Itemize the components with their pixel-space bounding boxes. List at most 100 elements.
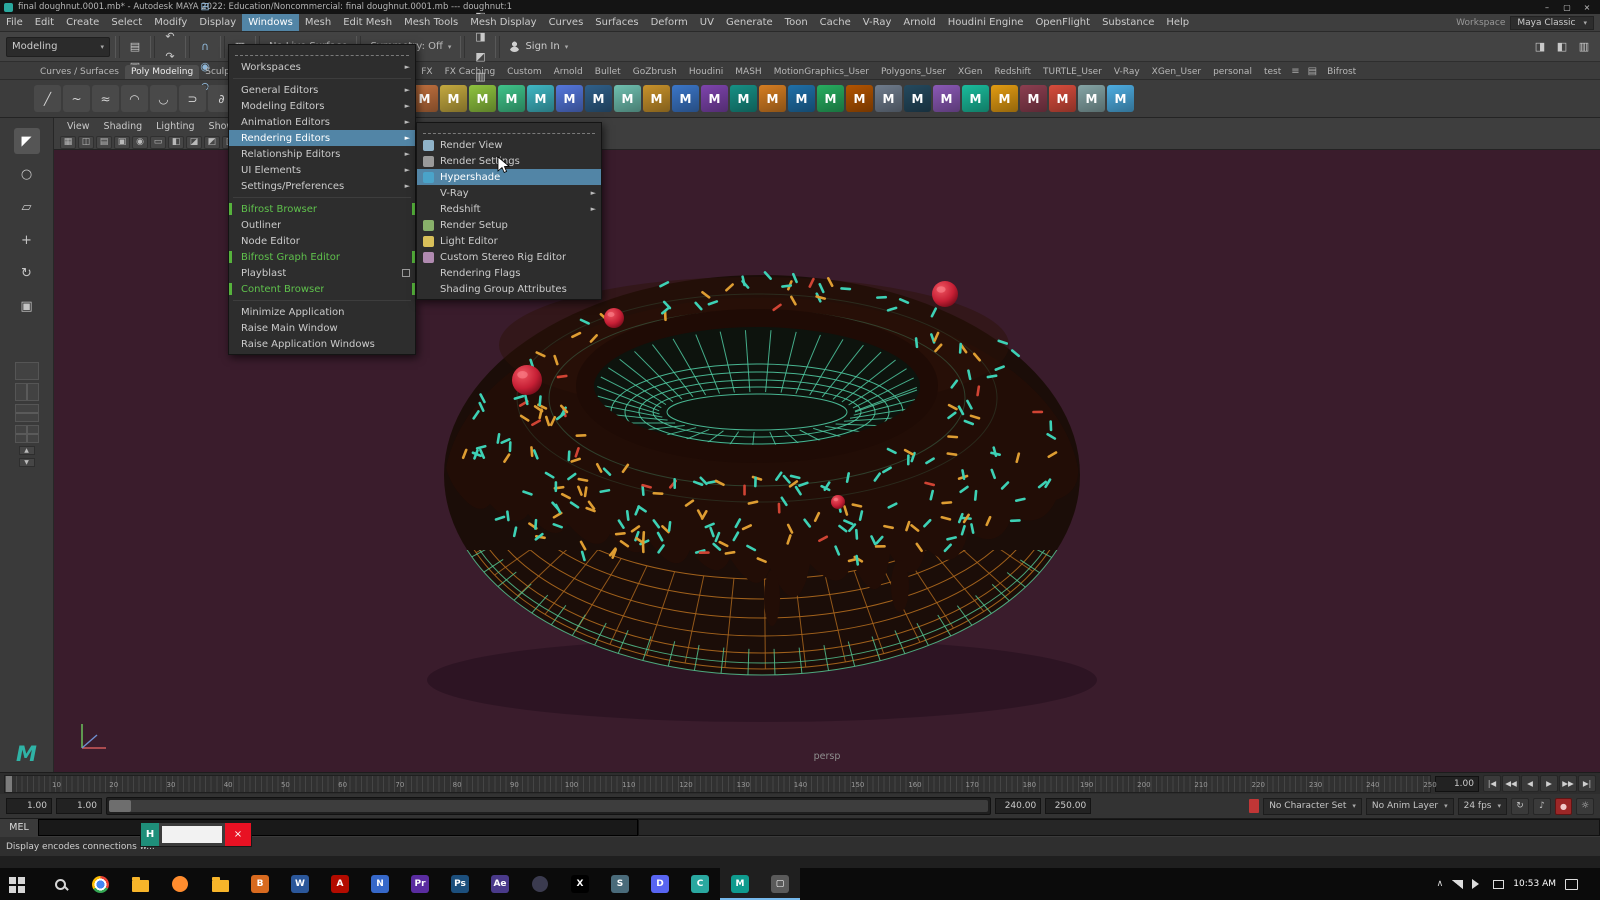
- taskbar-app-maya[interactable]: M: [720, 868, 760, 900]
- character-set-select[interactable]: No Character Set▾: [1263, 798, 1362, 815]
- shelf-script-icon-11[interactable]: M: [585, 85, 612, 112]
- shelf-script-icon-9[interactable]: M: [527, 85, 554, 112]
- panel-menu-shading[interactable]: Shading: [97, 121, 150, 132]
- taskbar-app-window[interactable]: ▢: [760, 868, 800, 900]
- shelf-script-icon-28[interactable]: M: [1078, 85, 1105, 112]
- menu-mesh[interactable]: Mesh: [299, 14, 337, 31]
- move-tool[interactable]: +: [14, 227, 40, 253]
- taskbar-app-x[interactable]: X: [560, 868, 600, 900]
- shelf-script-icon-19[interactable]: M: [817, 85, 844, 112]
- shelf-tab-mash[interactable]: MASH: [729, 65, 767, 79]
- shelf-script-icon-20[interactable]: M: [846, 85, 873, 112]
- shelf-script-icon-24[interactable]: M: [962, 85, 989, 112]
- maximize-button[interactable]: ▢: [1558, 1, 1576, 13]
- shelf-script-icon-10[interactable]: M: [556, 85, 583, 112]
- menu-item-redshift[interactable]: Redshift►: [417, 201, 601, 217]
- shelf-script-icon-13[interactable]: M: [643, 85, 670, 112]
- shelf-tab-bifrost[interactable]: Bifrost: [1321, 65, 1362, 79]
- shelf-script-icon-8[interactable]: M: [498, 85, 525, 112]
- shelf-script-icon-6[interactable]: M: [440, 85, 467, 112]
- taskbar-app-firefox[interactable]: [160, 868, 200, 900]
- menu-item-modeling-editors[interactable]: Modeling Editors►: [229, 98, 415, 114]
- taskbar-app-photoshop[interactable]: Ps: [440, 868, 480, 900]
- menu-item-custom-stereo-rig-editor[interactable]: Custom Stereo Rig Editor: [417, 249, 601, 265]
- menu-item-ui-elements[interactable]: UI Elements►: [229, 162, 415, 178]
- shelf-script-icon-27[interactable]: M: [1049, 85, 1076, 112]
- menu-item-bifrost-browser[interactable]: Bifrost Browser: [229, 201, 415, 217]
- menu-openflight[interactable]: OpenFlight: [1029, 14, 1096, 31]
- toggle-channel-box-button[interactable]: ▥: [1574, 37, 1594, 57]
- tray-chevron-up-icon[interactable]: ∧: [1437, 879, 1444, 889]
- auto-key-button[interactable]: ●: [1555, 798, 1572, 815]
- menu-file[interactable]: File: [0, 14, 29, 31]
- menu-item-content-browser[interactable]: Content Browser: [229, 281, 415, 297]
- snap-point-button[interactable]: ∩: [195, 37, 215, 57]
- rotate-tool[interactable]: ↻: [14, 260, 40, 286]
- layout-four-pane-button[interactable]: [15, 425, 39, 443]
- shelf-tool-icon-3[interactable]: ◠: [121, 85, 148, 112]
- shelf-script-icon-18[interactable]: M: [788, 85, 815, 112]
- close-button[interactable]: ×: [1578, 1, 1596, 13]
- menu-edit-mesh[interactable]: Edit Mesh: [337, 14, 398, 31]
- scale-tool[interactable]: ▣: [14, 293, 40, 319]
- playback-start-field[interactable]: 1.00: [56, 798, 102, 814]
- shelf-script-icon-21[interactable]: M: [875, 85, 902, 112]
- shelf-script-icon-17[interactable]: M: [759, 85, 786, 112]
- shelf-tab-houdini[interactable]: Houdini: [683, 65, 729, 79]
- shelf-tab-v-ray[interactable]: V-Ray: [1108, 65, 1146, 79]
- shelf-tab-motiongraphics-user[interactable]: MotionGraphics_User: [768, 65, 875, 79]
- menu-display[interactable]: Display: [193, 14, 242, 31]
- shelf-script-icon-25[interactable]: M: [991, 85, 1018, 112]
- menu-uv[interactable]: UV: [694, 14, 720, 31]
- menu-item-raise-application-windows[interactable]: Raise Application Windows: [229, 336, 415, 352]
- menu-item-light-editor[interactable]: Light Editor: [417, 233, 601, 249]
- menu-item-bifrost-graph-editor[interactable]: Bifrost Graph Editor: [229, 249, 415, 265]
- shelf-script-icon-12[interactable]: M: [614, 85, 641, 112]
- layout-three-pane-button[interactable]: [15, 404, 39, 422]
- range-slider-handle[interactable]: [109, 800, 131, 812]
- command-input[interactable]: [38, 819, 638, 836]
- menu-edit[interactable]: Edit: [29, 14, 60, 31]
- range-slider-range[interactable]: [109, 800, 988, 812]
- taskbar-app-acrobat[interactable]: A: [320, 868, 360, 900]
- viewport-icon-a-1[interactable]: ◫: [78, 136, 94, 149]
- shelf-script-icon-26[interactable]: M: [1020, 85, 1047, 112]
- speaker-icon[interactable]: [1472, 879, 1484, 889]
- play-forwards-button[interactable]: ▶: [1540, 775, 1558, 792]
- viewport-icon-a-7[interactable]: ◪: [186, 136, 202, 149]
- anim-layer-select[interactable]: No Anim Layer▾: [1366, 798, 1454, 815]
- shelf-tab-fx[interactable]: FX: [415, 65, 438, 79]
- menu-item-shading-group-attributes[interactable]: Shading Group Attributes: [417, 281, 601, 297]
- menu-mesh-display[interactable]: Mesh Display: [464, 14, 542, 31]
- viewport-icon-a-0[interactable]: ▦: [60, 136, 76, 149]
- menu-item-settings-preferences[interactable]: Settings/Preferences►: [229, 178, 415, 194]
- go-to-start-button[interactable]: |◀: [1483, 775, 1501, 792]
- menu-item-rendering-flags[interactable]: Rendering Flags: [417, 265, 601, 281]
- menu-item-general-editors[interactable]: General Editors►: [229, 82, 415, 98]
- paint-select-tool[interactable]: ▱: [14, 194, 40, 220]
- shelf-script-icon-14[interactable]: M: [672, 85, 699, 112]
- viewport-icon-a-5[interactable]: ▭: [150, 136, 166, 149]
- menu-substance[interactable]: Substance: [1096, 14, 1160, 31]
- mini-window-close-button[interactable]: ×: [225, 823, 251, 846]
- select-tool[interactable]: ◤: [14, 128, 40, 154]
- shelf-tab-redshift[interactable]: Redshift: [988, 65, 1037, 79]
- search-button[interactable]: [40, 868, 80, 900]
- shelf-tab-gozbrush[interactable]: GoZbrush: [627, 65, 683, 79]
- menu-help[interactable]: Help: [1160, 14, 1195, 31]
- shelf-tab-arnold[interactable]: Arnold: [548, 65, 589, 79]
- current-frame-marker[interactable]: [6, 776, 12, 792]
- shelf-tool-icon-5[interactable]: ⊃: [179, 85, 206, 112]
- current-time-field[interactable]: 1.00: [1435, 776, 1479, 792]
- timeline[interactable]: 1020304050607080901001101201301401501601…: [4, 775, 1431, 793]
- shelf-tab-curves-surfaces[interactable]: Curves / Surfaces: [34, 65, 125, 79]
- animation-start-field[interactable]: 1.00: [6, 798, 52, 814]
- taskbar-app-word[interactable]: W: [280, 868, 320, 900]
- taskbar-app-teal[interactable]: C: [680, 868, 720, 900]
- shelf-tab-fx-caching[interactable]: FX Caching: [439, 65, 502, 79]
- layout-next-button[interactable]: ▼: [19, 458, 35, 467]
- viewport-icon-a-4[interactable]: ◉: [132, 136, 148, 149]
- menu-mesh-tools[interactable]: Mesh Tools: [398, 14, 464, 31]
- layout-two-pane-button[interactable]: [15, 383, 39, 401]
- menu-cache[interactable]: Cache: [814, 14, 857, 31]
